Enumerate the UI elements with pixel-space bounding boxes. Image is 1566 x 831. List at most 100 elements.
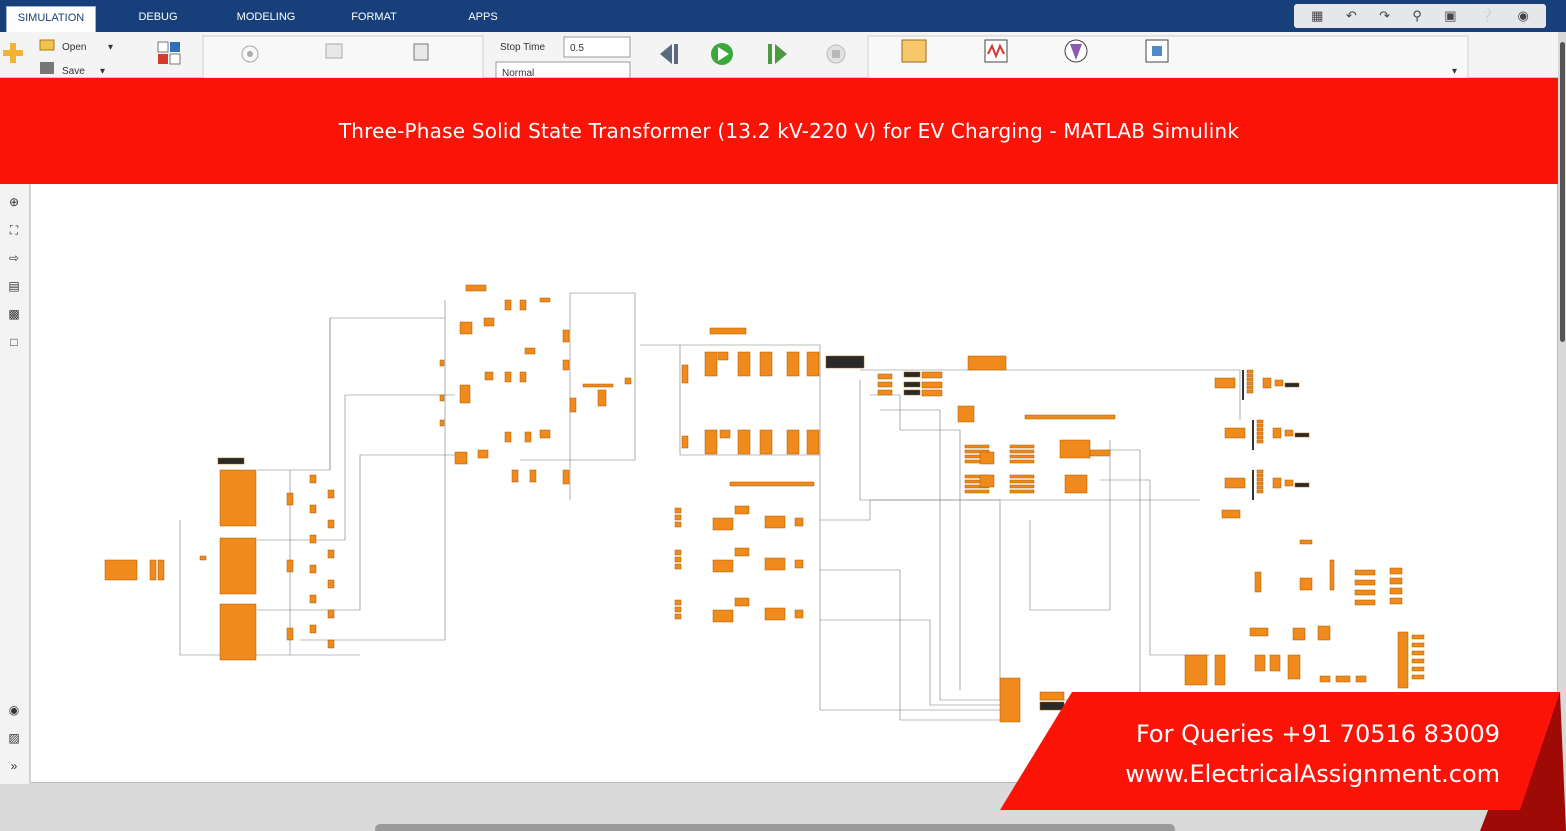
diagram-block: [1411, 634, 1425, 640]
diagram-block: [1256, 439, 1264, 444]
signal-line: [1100, 479, 1210, 656]
signal-line: [1040, 449, 1141, 701]
diagram-block: [1009, 444, 1035, 449]
diagram-block: [1397, 631, 1409, 689]
diagram-block: [681, 435, 689, 449]
diagram-block: [717, 351, 729, 361]
open-folder-icon[interactable]: [39, 39, 55, 51]
diagram-block: [309, 564, 317, 574]
diagram-block: [1354, 569, 1376, 576]
diagram-block: [1249, 627, 1269, 637]
arrow-icon[interactable]: ⇨: [6, 250, 22, 266]
image-icon[interactable]: ▩: [6, 306, 22, 322]
bird-eye-icon[interactable]: [1064, 39, 1088, 63]
diagram-block: [519, 299, 527, 311]
diagram-block: [327, 549, 335, 559]
diagram-block: [582, 383, 614, 388]
property-icon[interactable]: ▨: [6, 730, 22, 746]
help-icon[interactable]: ❔: [1479, 8, 1495, 24]
redo-icon[interactable]: ↷: [1379, 8, 1390, 24]
diagram-block: [529, 469, 537, 483]
diagram-block: [674, 563, 682, 570]
camera-icon[interactable]: ◉: [6, 702, 22, 718]
promo-website[interactable]: www.ElectricalAssignment.com: [1125, 754, 1500, 794]
diagram-block: [149, 559, 157, 581]
fit-view-icon[interactable]: ⛶: [6, 222, 22, 238]
diagram-block: [674, 556, 682, 563]
diagram-block: [157, 559, 165, 581]
diagram-block: [219, 603, 257, 661]
search-icon[interactable]: ⚲: [1412, 8, 1422, 24]
signal-line: [820, 619, 1000, 706]
diagram-block: [709, 327, 747, 335]
diagram-block: [562, 359, 570, 371]
stop-icon[interactable]: [826, 44, 846, 64]
annotation-icon[interactable]: ▤: [6, 278, 22, 294]
library-browser-icon[interactable]: [157, 41, 181, 65]
tab-format[interactable]: FORMAT: [338, 6, 410, 32]
toolstrip: Open Save ▾ ▾ Stop Time 0.5 Normal ▾: [0, 32, 1566, 78]
diagram-block: [964, 444, 990, 449]
save-icon[interactable]: [40, 62, 54, 74]
diagram-block: [1294, 432, 1310, 438]
run-icon[interactable]: [711, 43, 733, 65]
tab-apps[interactable]: APPS: [455, 6, 511, 32]
diagram-block: [1009, 459, 1035, 464]
title-banner: Three-Phase Solid State Transformer (13.…: [0, 78, 1558, 184]
new-model-icon[interactable]: [3, 43, 23, 63]
expand-icon[interactable]: »: [6, 758, 22, 774]
diagram-block: [1246, 373, 1254, 378]
diagram-block: [1256, 481, 1264, 486]
window-icon[interactable]: ▣: [1444, 8, 1456, 24]
zoom-icon[interactable]: ⊕: [6, 194, 22, 210]
diagram-block: [681, 364, 689, 384]
tab-modeling[interactable]: MODELING: [225, 6, 307, 32]
save-quick-icon[interactable]: ▦: [1311, 8, 1323, 24]
area-icon[interactable]: □: [6, 334, 22, 350]
diagram-block: [794, 609, 804, 619]
diagram-block: [903, 371, 921, 378]
diagram-block: [1059, 439, 1091, 459]
diagram-block: [597, 389, 607, 407]
diagram-block: [1411, 642, 1425, 648]
signal-line: [257, 454, 455, 611]
diagram-block: [704, 429, 718, 455]
step-forward-icon[interactable]: [768, 44, 787, 64]
diagram-block: [1284, 382, 1300, 388]
diagram-block: [1354, 579, 1376, 586]
data-inspector-icon[interactable]: [901, 39, 927, 63]
diagram-block: [712, 517, 734, 531]
diagram-block: [309, 474, 317, 484]
step-back-icon[interactable]: [660, 44, 678, 64]
diagram-block: [459, 321, 473, 335]
diagram-block: [483, 317, 495, 327]
diagram-block: [1299, 577, 1313, 591]
vertical-scroll-thumb[interactable]: [1560, 42, 1565, 342]
tab-debug[interactable]: DEBUG: [128, 6, 188, 32]
vertical-scrollbar[interactable]: [1558, 32, 1566, 784]
diagram-block: [1246, 389, 1254, 394]
diagram-block: [327, 609, 335, 619]
diagram-block: [1389, 597, 1403, 605]
diagram-block: [519, 371, 527, 383]
banner-title: Three-Phase Solid State Transformer (13.…: [338, 119, 1240, 143]
diagram-block: [1256, 435, 1264, 440]
diagram-block: [1319, 675, 1331, 683]
diagram-block: [729, 481, 815, 487]
diagram-block: [764, 515, 786, 529]
diagram-block: [439, 419, 445, 427]
diagram-block: [219, 469, 257, 527]
sim-manager-icon[interactable]: [1145, 39, 1169, 63]
undo-icon[interactable]: ↶: [1346, 8, 1357, 24]
diagram-block: [1009, 489, 1035, 494]
diagram-block: [286, 627, 294, 641]
settings-icon[interactable]: ◉: [1517, 8, 1528, 24]
diagram-block: [979, 451, 995, 465]
diagram-block: [712, 559, 734, 573]
logic-analyzer-icon[interactable]: [984, 39, 1008, 63]
diagram-block: [1214, 377, 1236, 389]
diagram-block: [1335, 675, 1351, 683]
diagram-block: [439, 394, 445, 402]
tab-simulation[interactable]: SIMULATION: [6, 6, 96, 32]
diagram-block: [504, 371, 512, 383]
